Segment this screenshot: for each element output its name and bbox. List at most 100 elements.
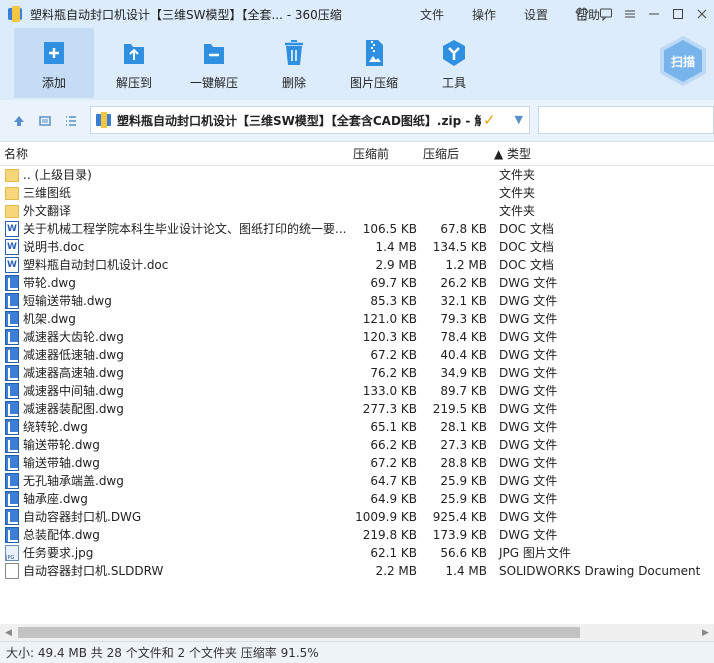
file-type: DWG 文件 [499, 312, 558, 326]
extract-to-button[interactable]: 解压到 [94, 28, 174, 98]
dwg-icon [5, 365, 19, 381]
file-row[interactable]: 外文翻译 文件夹 [0, 202, 714, 220]
dwg-icon [5, 419, 19, 435]
size-before: 67.2 KB [370, 348, 417, 362]
quick-extract-label: 一键解压 [189, 76, 238, 90]
file-name: 减速器装配图.dwg [23, 402, 124, 416]
menu-operation[interactable]: 操作 [458, 6, 510, 23]
file-name: 任务要求.jpg [23, 546, 94, 560]
size-before: 106.5 KB [362, 222, 417, 236]
view-list-icon[interactable] [60, 110, 82, 132]
file-row[interactable]: 自动容器封口机.DWG 1009.9 KB 925.4 KB DWG 文件 [0, 508, 714, 526]
file-row[interactable]: 总装配体.dwg 219.8 KB 173.9 KB DWG 文件 [0, 526, 714, 544]
file-type: 文件夹 [499, 204, 536, 218]
size-after: 1.4 MB [445, 564, 487, 578]
size-before: 69.7 KB [370, 276, 417, 290]
dwg-icon [5, 401, 19, 417]
file-row[interactable]: 机架.dwg 121.0 KB 79.3 KB DWG 文件 [0, 310, 714, 328]
quick-extract-icon [200, 38, 228, 68]
size-after: 28.8 KB [440, 456, 487, 470]
delete-button[interactable]: 删除 [254, 28, 334, 98]
tools-button[interactable]: 工具 [414, 28, 494, 98]
delete-icon [280, 38, 308, 68]
size-after: 28.1 KB [440, 420, 487, 434]
file-row[interactable]: 减速器装配图.dwg 277.3 KB 219.5 KB DWG 文件 [0, 400, 714, 418]
scan-button[interactable]: 扫描 [660, 36, 706, 92]
file-row[interactable]: 减速器中间轴.dwg 133.0 KB 89.7 KB DWG 文件 [0, 382, 714, 400]
status-bar: 大小: 49.4 MB 共 28 个文件和 2 个文件夹 压缩率 91.5% [0, 641, 714, 663]
file-row[interactable]: 无孔轴承端盖.dwg 64.7 KB 25.9 KB DWG 文件 [0, 472, 714, 490]
add-button[interactable]: 添加 [14, 28, 94, 98]
dwg-icon [5, 473, 19, 489]
size-after: 219.5 KB [432, 402, 487, 416]
scroll-right-icon[interactable]: ▶ [697, 624, 714, 641]
file-row[interactable]: 自动容器封口机.SLDDRW 2.2 MB 1.4 MB SOLIDWORKS Dra… [0, 562, 714, 580]
file-type: DWG 文件 [499, 456, 558, 470]
size-before: 67.2 KB [370, 456, 417, 470]
size-after: 89.7 KB [440, 384, 487, 398]
main-toolbar: 添加 解压到 一键解压 删除 图片压缩 工具 扫描 [0, 28, 714, 100]
archive-icon [96, 112, 112, 128]
file-type: DWG 文件 [499, 438, 558, 452]
size-after: 925.4 KB [432, 510, 487, 524]
dwg-icon [5, 437, 19, 453]
horizontal-scrollbar[interactable]: ◀ ▶ [0, 624, 714, 641]
size-after: 78.4 KB [440, 330, 487, 344]
file-name: 塑料瓶自动封口机设计.doc [23, 258, 169, 272]
path-dropdown-icon[interactable]: ▼ [515, 113, 523, 126]
skin-icon[interactable] [570, 0, 594, 28]
size-after: 34.9 KB [440, 366, 487, 380]
size-after: 40.4 KB [440, 348, 487, 362]
menu-icon[interactable] [618, 0, 642, 28]
menu-settings[interactable]: 设置 [510, 6, 562, 23]
file-row[interactable]: 输送带轴.dwg 67.2 KB 28.8 KB DWG 文件 [0, 454, 714, 472]
file-row[interactable]: 减速器大齿轮.dwg 120.3 KB 78.4 KB DWG 文件 [0, 328, 714, 346]
column-size-after[interactable]: 压缩后 [423, 145, 459, 162]
file-row[interactable]: 关于机械工程学院本科生毕业设计论文、图纸打印的统一要... 106.5 KB 67.… [0, 220, 714, 238]
file-row[interactable]: .. (上级目录) 文件夹 [0, 166, 714, 184]
file-name: 减速器低速轴.dwg [23, 348, 124, 362]
size-before: 120.3 KB [362, 330, 417, 344]
column-size-before[interactable]: 压缩前 [353, 145, 389, 162]
file-row[interactable]: 说明书.doc 1.4 MB 134.5 KB DOC 文档 [0, 238, 714, 256]
close-icon[interactable] [690, 0, 714, 28]
file-type: SOLIDWORKS Drawing Document [499, 564, 701, 578]
file-row[interactable]: 三维图纸 文件夹 [0, 184, 714, 202]
dwg-icon [5, 527, 19, 543]
feedback-icon[interactable] [594, 0, 618, 28]
file-row[interactable]: 绕转轮.dwg 65.1 KB 28.1 KB DWG 文件 [0, 418, 714, 436]
size-before: 219.8 KB [362, 528, 417, 542]
file-row[interactable]: 减速器低速轴.dwg 67.2 KB 40.4 KB DWG 文件 [0, 346, 714, 364]
file-name: 三维图纸 [23, 186, 72, 200]
extract-to-label: 解压到 [115, 76, 152, 90]
view-details-icon[interactable] [34, 110, 56, 132]
file-row[interactable]: 减速器高速轴.dwg 76.2 KB 34.9 KB DWG 文件 [0, 364, 714, 382]
scroll-left-icon[interactable]: ◀ [0, 624, 17, 641]
size-before: 277.3 KB [362, 402, 417, 416]
dwg-icon [5, 329, 19, 345]
column-name[interactable]: 名称 [4, 145, 28, 162]
file-name: 绕转轮.dwg [23, 420, 88, 434]
up-arrow-icon[interactable] [8, 110, 30, 132]
address-bar: 塑料瓶自动封口机设计【三维SW模型】【全套含CAD图纸】.zip - 解 ✓ ▼ [0, 100, 714, 142]
maximize-icon[interactable] [666, 0, 690, 28]
file-row[interactable]: 短输送带轴.dwg 85.3 KB 32.1 KB DWG 文件 [0, 292, 714, 310]
file-row[interactable]: 塑料瓶自动封口机设计.doc 2.9 MB 1.2 MB DOC 文档 [0, 256, 714, 274]
file-type: DWG 文件 [499, 384, 558, 398]
image-compress-button[interactable]: 图片压缩 [334, 28, 414, 98]
search-input[interactable] [538, 106, 714, 134]
size-before: 62.1 KB [370, 546, 417, 560]
path-field[interactable]: 塑料瓶自动封口机设计【三维SW模型】【全套含CAD图纸】.zip - 解 ✓ ▼ [90, 106, 530, 134]
scroll-thumb[interactable] [18, 627, 580, 638]
file-row[interactable]: 输送带轮.dwg 66.2 KB 27.3 KB DWG 文件 [0, 436, 714, 454]
file-name: 减速器高速轴.dwg [23, 366, 124, 380]
file-row[interactable]: 轴承座.dwg 64.9 KB 25.9 KB DWG 文件 [0, 490, 714, 508]
scan-shield-icon: 扫描 [660, 36, 706, 86]
minimize-icon[interactable] [642, 0, 666, 28]
file-row[interactable]: 任务要求.jpg 62.1 KB 56.6 KB JPG 图片文件 [0, 544, 714, 567]
quick-extract-button[interactable]: 一键解压 [174, 28, 254, 98]
column-type[interactable]: ▲ 类型 [494, 145, 531, 162]
file-name: 减速器大齿轮.dwg [23, 330, 124, 344]
menu-file[interactable]: 文件 [406, 6, 458, 23]
file-row[interactable]: 带轮.dwg 69.7 KB 26.2 KB DWG 文件 [0, 274, 714, 292]
